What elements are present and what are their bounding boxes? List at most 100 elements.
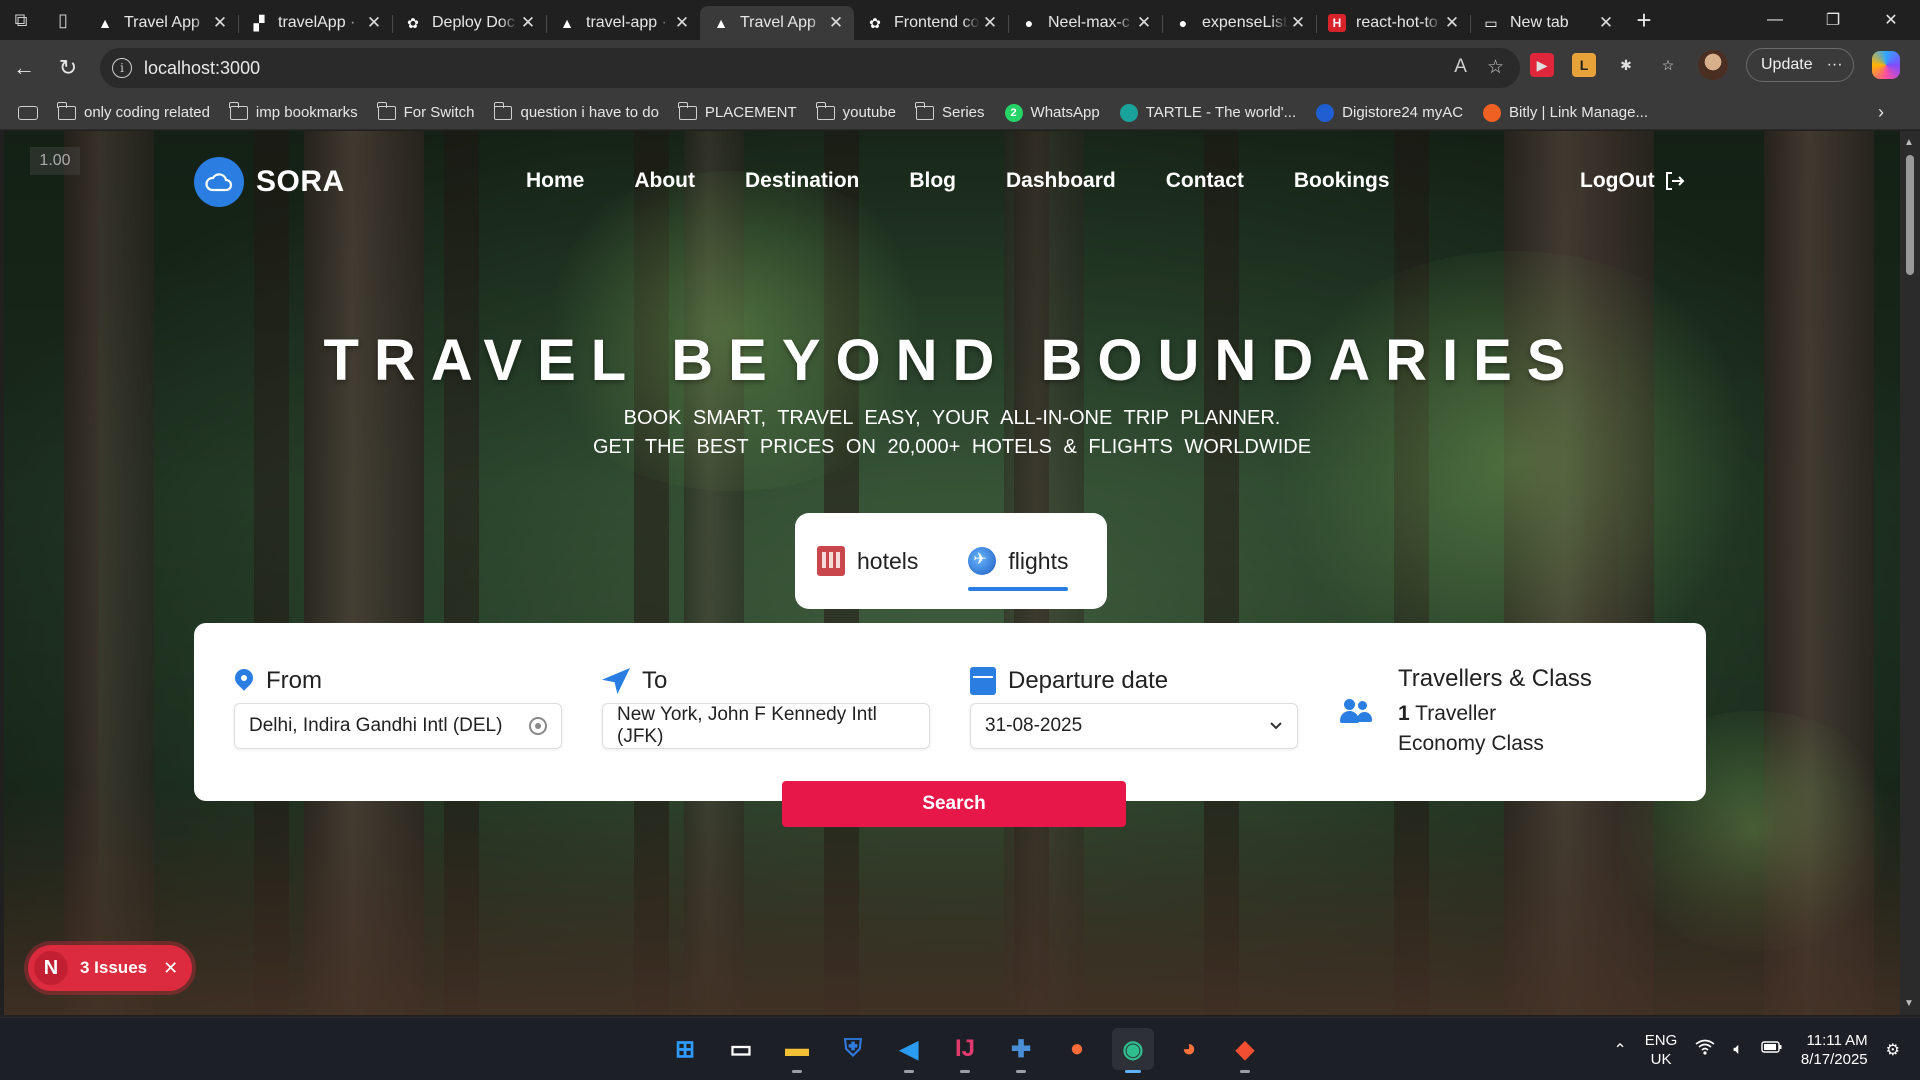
clock[interactable]: 11:11 AM 8/17/2025: [1801, 1031, 1868, 1069]
tab-close-icon[interactable]: ✕: [1134, 13, 1154, 33]
maximize-icon[interactable]: ❐: [1804, 0, 1862, 40]
leetcode-extension-icon[interactable]: L: [1572, 53, 1596, 77]
language-indicator[interactable]: ENG UK: [1645, 1031, 1678, 1069]
browser-tab-title: Neel-max-c: [1048, 14, 1130, 31]
tab-hotels-label: hotels: [857, 547, 919, 574]
bookmark-item[interactable]: imp bookmarks: [229, 101, 358, 121]
favorites-icon[interactable]: ☆: [1656, 53, 1680, 77]
chevron-up-icon[interactable]: ⌃: [1613, 1040, 1626, 1060]
dev-issues-badge[interactable]: N 3 Issues ✕: [28, 945, 193, 991]
nav-link-blog[interactable]: Blog: [909, 169, 956, 193]
azure-data-icon[interactable]: ⛨: [832, 1028, 874, 1070]
tab-close-icon[interactable]: ✕: [980, 13, 1000, 33]
bookmark-item[interactable]: question i have to do: [493, 101, 659, 121]
vercel-triangle-icon: ▲: [98, 15, 112, 31]
tab-close-icon[interactable]: ✕: [1288, 13, 1308, 33]
scroll-down-arrow-icon[interactable]: ▼: [1904, 998, 1914, 1009]
widgets-icon[interactable]: ▭: [720, 1028, 762, 1070]
windows-start-icon[interactable]: ⊞: [664, 1028, 706, 1070]
from-input[interactable]: Delhi, Indira Gandhi Intl (DEL): [234, 703, 562, 749]
browser-tab[interactable]: ▞ travelApp · ✕: [238, 6, 392, 40]
bookmark-item[interactable]: Series: [915, 101, 985, 121]
back-icon[interactable]: ←: [2, 48, 46, 88]
intellij-icon[interactable]: IJ: [944, 1028, 986, 1073]
browser-tab[interactable]: ✿ Frontend co ✕: [854, 6, 1008, 40]
notifications-icon[interactable]: ⚙: [1886, 1040, 1900, 1060]
more-options-icon[interactable]: ···: [1827, 56, 1843, 74]
nav-link-destination[interactable]: Destination: [745, 169, 859, 193]
tab-actions-icon[interactable]: [18, 105, 38, 120]
bookmark-item[interactable]: Digistore24 myAC: [1316, 103, 1463, 122]
browser-tab[interactable]: ▲ travel-app · ✕: [546, 6, 700, 40]
bookmark-item[interactable]: 2 WhatsApp: [1004, 103, 1100, 122]
nav-link-about[interactable]: About: [634, 169, 695, 193]
tableau-icon[interactable]: ✚: [1000, 1028, 1042, 1073]
profile-avatar[interactable]: [1698, 50, 1728, 80]
refresh-icon[interactable]: ↻: [46, 48, 90, 88]
browser-tab[interactable]: ✿ Deploy Doc ✕: [392, 6, 546, 40]
nav-link-contact[interactable]: Contact: [1166, 169, 1244, 193]
scrollbar-thumb[interactable]: [1906, 155, 1914, 275]
bookmark-item[interactable]: only coding related: [57, 101, 210, 121]
nav-link-bookings[interactable]: Bookings: [1294, 169, 1390, 193]
site-logo[interactable]: SORA: [194, 157, 345, 207]
bookmark-item[interactable]: Bitly | Link Manage...: [1483, 103, 1648, 122]
tab-close-icon[interactable]: ✕: [1442, 13, 1462, 33]
departure-date-select[interactable]: 31-08-2025: [970, 703, 1298, 749]
browser-tab[interactable]: ● expenseList ✕: [1162, 6, 1316, 40]
site-info-icon[interactable]: i: [112, 58, 132, 78]
scroll-up-arrow-icon[interactable]: ▲: [1904, 137, 1914, 148]
wifi-icon[interactable]: [1695, 1039, 1715, 1060]
firefox-icon[interactable]: ◕: [1168, 1028, 1210, 1070]
page-scrollbar[interactable]: ▲ ▼: [1900, 131, 1920, 1015]
favorite-star-icon[interactable]: ☆: [1487, 56, 1504, 79]
address-bar[interactable]: i localhost:3000 A ☆: [100, 48, 1520, 88]
tab-close-icon[interactable]: ✕: [826, 13, 846, 33]
close-icon[interactable]: ✕: [163, 958, 178, 979]
close-window-icon[interactable]: ✕: [1862, 0, 1920, 40]
volume-icon[interactable]: 🔈︎: [1733, 1041, 1743, 1059]
read-aloud-icon[interactable]: A: [1454, 56, 1467, 79]
file-explorer-icon[interactable]: ▬: [776, 1028, 818, 1073]
extensions-puzzle-icon[interactable]: ✱: [1614, 53, 1638, 77]
copilot-icon[interactable]: [1871, 51, 1900, 79]
search-button[interactable]: Search: [782, 781, 1126, 827]
nav-link-dashboard[interactable]: Dashboard: [1006, 169, 1116, 193]
bookmark-item[interactable]: PLACEMENT: [678, 101, 797, 121]
bookmark-item[interactable]: For Switch: [377, 101, 474, 121]
bookmarks-overflow-chevron-icon[interactable]: ›: [1878, 102, 1884, 123]
browser-tab[interactable]: ● Neel-max-c ✕: [1008, 6, 1162, 40]
postman-icon[interactable]: ●: [1056, 1028, 1098, 1070]
tab-close-icon[interactable]: ✕: [672, 13, 692, 33]
bookmark-item[interactable]: youtube: [816, 101, 896, 121]
language-region: UK: [1650, 1050, 1672, 1068]
browser-tab[interactable]: ▭ New tab ✕: [1470, 6, 1624, 40]
bookmark-item[interactable]: TARTLE - The world'...: [1119, 103, 1296, 122]
tab-close-icon[interactable]: ✕: [1596, 13, 1616, 33]
battery-icon[interactable]: [1761, 1040, 1783, 1059]
tab-close-icon[interactable]: ✕: [364, 13, 384, 33]
tab-close-icon[interactable]: ✕: [210, 13, 230, 33]
hotel-icon: [817, 546, 845, 576]
tab-flights[interactable]: flights: [968, 531, 1069, 591]
travellers-class-selector[interactable]: Travellers & Class 1 Traveller Economy C…: [1398, 665, 1592, 759]
url-text[interactable]: localhost:3000: [144, 58, 260, 79]
vertical-tabs-icon[interactable]: ▯: [42, 0, 84, 40]
browser-tab[interactable]: Hreact-hot-to ✕: [1316, 6, 1470, 40]
current-location-icon[interactable]: [529, 717, 547, 735]
edge-icon[interactable]: ◉: [1112, 1028, 1154, 1073]
git-icon[interactable]: ◆: [1224, 1028, 1266, 1073]
tab-hotels[interactable]: hotels: [817, 531, 918, 591]
vscode-icon[interactable]: ◀: [888, 1028, 930, 1073]
youtube-extension-icon[interactable]: ▶: [1530, 53, 1554, 77]
browser-tab[interactable]: ▲ Travel App ✕: [84, 6, 238, 40]
logout-button[interactable]: LogOut: [1580, 169, 1685, 193]
new-tab-button[interactable]: +: [1624, 0, 1664, 40]
minimize-icon[interactable]: —: [1746, 0, 1804, 40]
browser-tab[interactable]: ▲ Travel App ✕: [700, 6, 854, 40]
tab-close-icon[interactable]: ✕: [518, 13, 538, 33]
to-input[interactable]: New York, John F Kennedy Intl (JFK): [602, 703, 930, 749]
workspaces-icon[interactable]: ⧉: [0, 0, 42, 40]
nav-link-home[interactable]: Home: [526, 169, 584, 193]
update-button[interactable]: Update ···: [1746, 48, 1854, 82]
